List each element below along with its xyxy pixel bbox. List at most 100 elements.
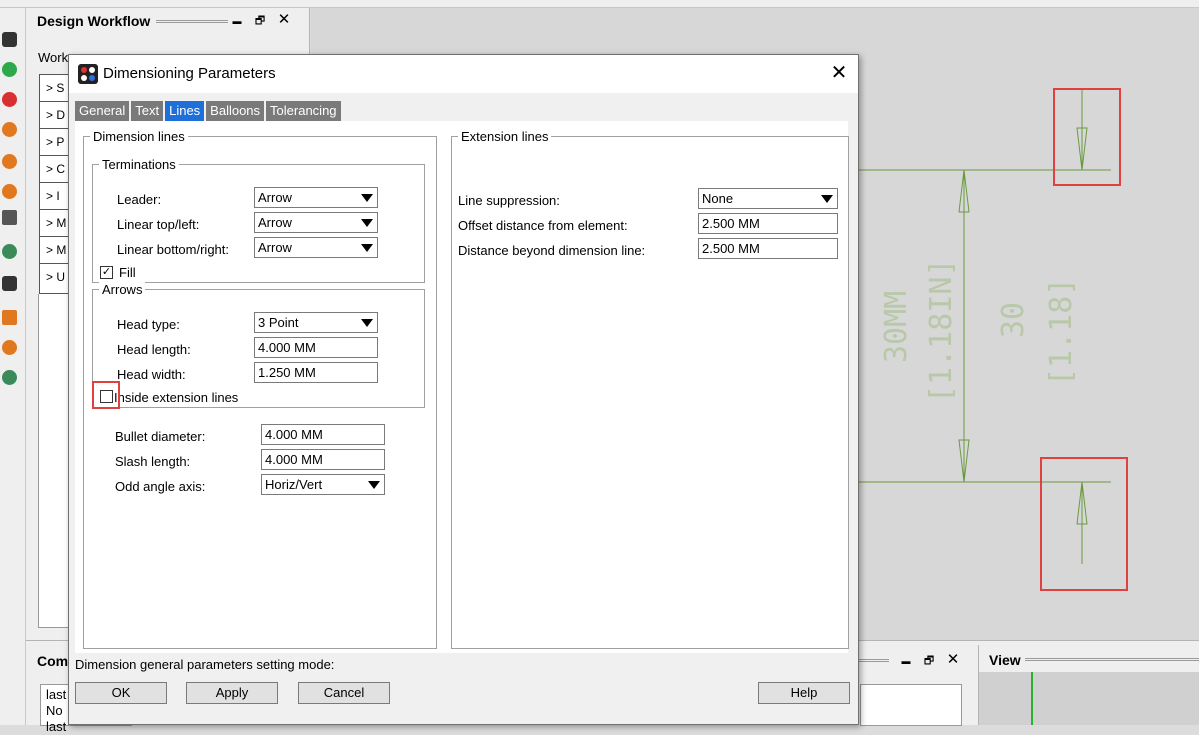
wrench-icon[interactable] bbox=[2, 210, 17, 225]
odd-angle-select[interactable]: Horiz/Vert bbox=[261, 474, 385, 495]
app-icon-glyph bbox=[81, 67, 95, 81]
tool-icon[interactable] bbox=[2, 154, 17, 169]
minimize-icon[interactable]: ▬ bbox=[229, 13, 245, 29]
tab-lines[interactable]: Lines bbox=[165, 101, 205, 121]
head-width-field[interactable]: 1.250 MM bbox=[254, 362, 378, 383]
lines-tab-page: Dimension lines Terminations Leader: Arr… bbox=[75, 121, 849, 653]
highlight-box-top bbox=[1053, 88, 1121, 186]
globe-icon[interactable] bbox=[2, 370, 17, 385]
head-length-field[interactable]: 4.000 MM bbox=[254, 337, 378, 358]
head-width-label: Head width: bbox=[117, 367, 186, 382]
settings-icon[interactable] bbox=[2, 276, 17, 291]
apply-button[interactable]: Apply bbox=[186, 682, 278, 704]
panel-title: Com bbox=[37, 653, 69, 669]
panel-title: Design Workflow bbox=[37, 13, 151, 29]
help-button[interactable]: Help bbox=[758, 682, 850, 704]
inside-extension-label: Inside extension lines bbox=[114, 390, 239, 405]
delete-icon[interactable] bbox=[2, 92, 17, 107]
head-length-label: Head length: bbox=[117, 342, 191, 357]
offset-distance-label: Offset distance from element: bbox=[458, 218, 628, 233]
head-type-label: Head type: bbox=[117, 317, 180, 332]
group-title: Dimension lines bbox=[90, 129, 188, 144]
bullet-diameter-field[interactable]: 4.000 MM bbox=[261, 424, 385, 445]
slash-length-field[interactable]: 4.000 MM bbox=[261, 449, 385, 470]
gear-icon[interactable] bbox=[2, 32, 17, 47]
dimensioning-parameters-dialog: Dimensioning Parameters ✕ General Text L… bbox=[68, 54, 859, 725]
head-type-select[interactable]: 3 Point bbox=[254, 312, 378, 333]
minimize-icon[interactable]: ▬ bbox=[898, 653, 914, 669]
highlight-box-checkbox bbox=[92, 381, 120, 409]
distance-beyond-field[interactable]: 2.500 MM bbox=[698, 238, 838, 259]
dialog-titlebar[interactable]: Dimensioning Parameters ✕ bbox=[69, 55, 858, 93]
app-toolbar-strip bbox=[0, 0, 1199, 8]
restore-icon[interactable]: 🗗 bbox=[252, 13, 268, 29]
fill-label: Fill bbox=[119, 265, 136, 280]
tab-general[interactable]: General bbox=[75, 101, 130, 121]
linear-top-select[interactable]: Arrow bbox=[254, 212, 378, 233]
dimension-text-mm: 30MM bbox=[879, 291, 914, 363]
view-panel: View bbox=[978, 645, 1199, 725]
group-title: Arrows bbox=[99, 282, 146, 297]
dimension-lines-group: Dimension lines Terminations Leader: Arr… bbox=[83, 129, 437, 649]
dropdown-arrow-icon bbox=[361, 194, 373, 202]
extension-lines-group: Extension lines Line suppression: None O… bbox=[451, 129, 849, 649]
view-axis bbox=[1031, 672, 1033, 725]
leader-label: Leader: bbox=[117, 192, 162, 207]
dimension-text-value-in: [1.18] bbox=[1044, 278, 1079, 386]
workflow-label: Work bbox=[38, 50, 69, 65]
panel-grip[interactable] bbox=[859, 659, 889, 662]
close-icon[interactable]: ✕ bbox=[276, 12, 292, 28]
tab-balloons[interactable]: Balloons bbox=[206, 101, 265, 121]
left-toolbar bbox=[0, 8, 26, 725]
odd-angle-label: Odd angle axis: bbox=[115, 479, 206, 494]
select-value: Arrow bbox=[258, 240, 292, 255]
dimension-text-value: 30 bbox=[996, 302, 1031, 338]
dropdown-arrow-icon bbox=[361, 219, 373, 227]
slash-length-label: Slash length: bbox=[115, 454, 191, 469]
restore-icon[interactable]: 🗗 bbox=[921, 653, 937, 669]
cancel-button[interactable]: Cancel bbox=[298, 682, 390, 704]
workflow-body bbox=[38, 294, 70, 628]
tab-bar: General Text Lines Balloons Tolerancing bbox=[75, 101, 343, 121]
close-icon[interactable]: ✕ bbox=[827, 61, 851, 85]
add-icon[interactable] bbox=[2, 62, 17, 77]
offset-distance-field[interactable]: 2.500 MM bbox=[698, 213, 838, 234]
linear-bottom-select[interactable]: Arrow bbox=[254, 237, 378, 258]
dimension-text-in: [1.18IN] bbox=[924, 259, 959, 404]
leader-select[interactable]: Arrow bbox=[254, 187, 378, 208]
pencil-icon[interactable] bbox=[2, 310, 17, 325]
line-suppression-label: Line suppression: bbox=[458, 193, 560, 208]
dropdown-arrow-icon bbox=[368, 481, 380, 489]
terminations-group: Terminations Leader: Arrow Linear top/le… bbox=[92, 157, 425, 283]
select-value: 3 Point bbox=[258, 315, 299, 330]
edit-icon[interactable] bbox=[2, 122, 17, 137]
ok-button[interactable]: OK bbox=[75, 682, 167, 704]
distance-beyond-label: Distance beyond dimension line: bbox=[458, 243, 646, 258]
panel-grip[interactable] bbox=[156, 20, 228, 23]
dialog-title: Dimensioning Parameters bbox=[103, 65, 276, 82]
bullet-diameter-label: Bullet diameter: bbox=[115, 429, 206, 444]
panel-grip[interactable] bbox=[1025, 658, 1199, 661]
toggle-icon[interactable] bbox=[2, 340, 17, 355]
command-area[interactable] bbox=[860, 684, 962, 726]
select-value: Horiz/Vert bbox=[265, 477, 323, 492]
fill-checkbox[interactable]: ✓ bbox=[100, 266, 113, 279]
status-text: Dimension general parameters setting mod… bbox=[75, 657, 335, 672]
dropdown-arrow-icon bbox=[361, 319, 373, 327]
list-icon[interactable] bbox=[2, 184, 17, 199]
close-icon[interactable]: ✕ bbox=[945, 652, 961, 668]
linear-top-label: Linear top/left: bbox=[117, 217, 200, 232]
select-value: Arrow bbox=[258, 215, 292, 230]
panel-title: View bbox=[989, 652, 1021, 668]
compass-icon[interactable] bbox=[2, 244, 17, 259]
app-icon bbox=[78, 64, 98, 84]
group-title: Extension lines bbox=[458, 129, 552, 144]
highlight-box-bottom bbox=[1040, 457, 1128, 591]
tab-tolerancing[interactable]: Tolerancing bbox=[266, 101, 341, 121]
line-suppression-select[interactable]: None bbox=[698, 188, 838, 209]
select-value: None bbox=[702, 191, 734, 206]
view-canvas[interactable] bbox=[979, 672, 1199, 725]
dropdown-arrow-icon bbox=[361, 244, 373, 252]
tab-text[interactable]: Text bbox=[131, 101, 164, 121]
arrows-group: Arrows Head type: 3 Point Head length: 4… bbox=[92, 282, 425, 409]
